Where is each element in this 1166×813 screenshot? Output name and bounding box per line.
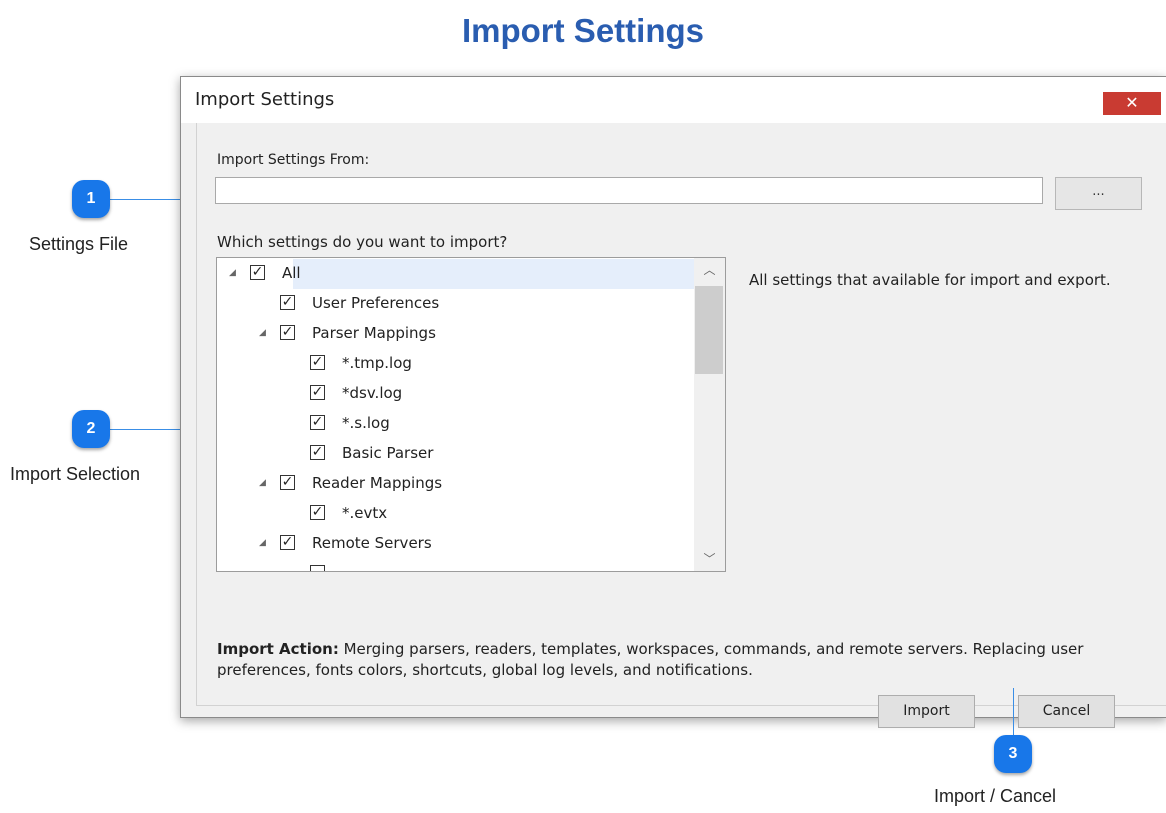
checkmark-icon: ✓ [311,414,324,430]
scrollbar-thumb[interactable] [695,286,723,374]
checkbox-all[interactable]: ✓ [250,265,265,280]
tree-label-remote-servers: Remote Servers [312,534,432,552]
dialog-title: Import Settings [195,89,335,110]
checkmark-icon: ✓ [311,504,324,520]
import-from-label: Import Settings From: [217,152,370,168]
chevron-up-icon[interactable]: ︿ [694,258,725,282]
tree-scrollbar[interactable]: ︿ ﹀ [694,258,725,571]
tree-row-parser-mappings[interactable]: ◢ ✓ Parser Mappings [217,319,695,349]
tree-label-s-log: *.s.log [342,414,390,432]
tree-row-all[interactable]: ◢ ✓ All [217,259,695,289]
triangle-down-icon[interactable]: ◢ [259,328,269,338]
checkbox-reader-mappings[interactable]: ✓ [280,475,295,490]
callout-3-label: Import / Cancel [934,786,1057,806]
close-button[interactable]: ✕ [1103,92,1161,115]
tree-row-partial[interactable] [217,559,695,571]
checkmark-icon: ✓ [251,264,264,280]
tree-label-dsv-log: *dsv.log [342,384,403,402]
page-title: Import Settings [461,12,704,49]
import-action-label: Import Action: [217,640,339,658]
checkbox-remote-servers[interactable]: ✓ [280,535,295,550]
checkbox-partial[interactable] [310,565,325,571]
settings-file-input[interactable] [215,177,1043,204]
tree-row-reader-mappings[interactable]: ◢ ✓ Reader Mappings [217,469,695,499]
callout-2-badge: 2 [72,410,110,448]
tree-label-basic-parser: Basic Parser [342,444,434,462]
checkmark-icon: ✓ [311,384,324,400]
checkmark-icon: ✓ [281,534,294,550]
checkbox-parser-mappings[interactable]: ✓ [280,325,295,340]
tree-row-tmp-log[interactable]: ✓ *.tmp.log [217,349,695,379]
dialog-body: Import Settings From: ... Which settings… [196,123,1166,728]
tree-row-user-preferences[interactable]: ✓ User Preferences [217,289,695,319]
cancel-button[interactable]: Cancel [1018,695,1115,728]
import-settings-dialog: Import Settings ✕ Import Settings From: … [180,76,1166,728]
import-button[interactable]: Import [878,695,975,728]
callout-3-badge: 3 [994,735,1032,773]
checkmark-icon: ✓ [311,444,324,460]
callout-1-label: Settings File [29,234,129,254]
checkmark-icon: ✓ [281,474,294,490]
tree-row-remote-servers[interactable]: ◢ ✓ Remote Servers [217,529,695,559]
browse-button[interactable]: ... [1055,177,1142,210]
chevron-down-icon[interactable]: ﹀ [694,547,725,571]
triangle-down-icon[interactable]: ◢ [229,268,239,278]
checkmark-icon: ✓ [281,294,294,310]
tree-row-evtx[interactable]: ✓ *.evtx [217,499,695,529]
tree-label-all: All [282,264,301,282]
tree-label-parser-mappings: Parser Mappings [312,324,436,342]
triangle-down-icon[interactable]: ◢ [259,538,269,548]
checkmark-icon: ✓ [311,354,324,370]
callout-2-label: Import Selection [10,464,141,484]
checkbox-dsv-log[interactable]: ✓ [310,385,325,400]
tree-row-s-log[interactable]: ✓ *.s.log [217,409,695,439]
checkbox-tmp-log[interactable]: ✓ [310,355,325,370]
tree-label-reader-mappings: Reader Mappings [312,474,443,492]
tree-label-user-preferences: User Preferences [312,294,440,312]
tree-label-evtx: *.evtx [342,504,388,522]
triangle-down-icon[interactable]: ◢ [259,478,269,488]
import-action-text: Import Action: Merging parsers, readers,… [217,639,1166,681]
tree-row-dsv-log[interactable]: ✓ *dsv.log [217,379,695,409]
checkbox-s-log[interactable]: ✓ [310,415,325,430]
checkbox-user-preferences[interactable]: ✓ [280,295,295,310]
which-settings-label: Which settings do you want to import? [217,233,508,251]
close-icon: ✕ [1125,93,1139,112]
checkmark-icon: ✓ [281,324,294,340]
settings-tree[interactable]: ◢ ✓ All ✓ User Preferences ◢ ✓ Parser Ma… [216,257,726,572]
tree-label-tmp-log: *.tmp.log [342,354,412,372]
checkbox-basic-parser[interactable]: ✓ [310,445,325,460]
callout-3-line [1013,688,1014,740]
import-action-detail: Merging parsers, readers, templates, wor… [217,640,1084,679]
settings-description: All settings that available for import a… [749,271,1111,289]
checkbox-evtx[interactable]: ✓ [310,505,325,520]
callout-1-badge: 1 [72,180,110,218]
tree-row-basic-parser[interactable]: ✓ Basic Parser [217,439,695,469]
dialog-titlebar[interactable]: Import Settings ✕ [181,77,1166,123]
